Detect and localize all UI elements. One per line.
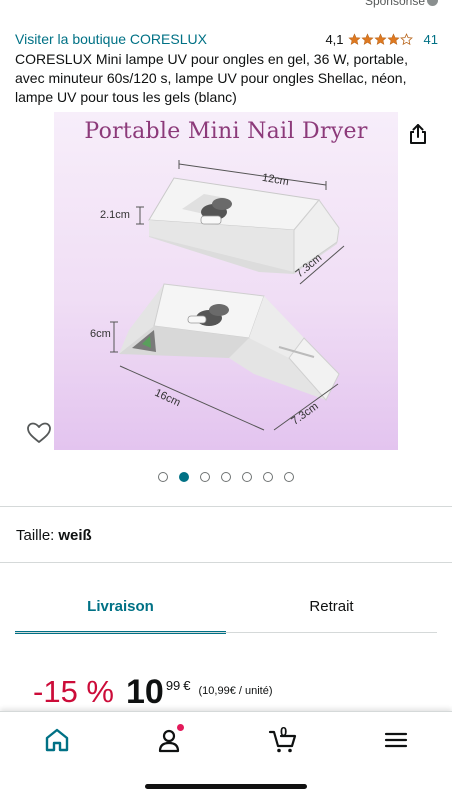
dimension-label: 6cm [90, 328, 111, 340]
nail-dryer-illustration [110, 160, 345, 431]
carousel-dot[interactable] [242, 472, 252, 482]
carousel-dot[interactable] [221, 472, 231, 482]
discount-percentage: -15 % [33, 674, 114, 709]
carousel-dot[interactable] [158, 472, 168, 482]
price-fraction: 99 [165, 678, 181, 693]
share-icon[interactable] [406, 122, 430, 146]
carousel-dot[interactable] [200, 472, 210, 482]
bottom-navigation: 0 [0, 711, 452, 800]
heart-icon[interactable] [26, 421, 52, 445]
store-link[interactable]: Visiter la boutique CORESLUX [15, 31, 207, 47]
star-full-icon [347, 32, 361, 45]
star-empty-icon [399, 32, 413, 45]
open-device [119, 283, 340, 401]
price-block: -15 % 10 99 € (10,99€ / unité) [33, 672, 273, 714]
account-button[interactable] [154, 724, 184, 754]
size-label: Taille: [16, 527, 55, 544]
star-full-icon [386, 32, 400, 45]
tab-retrait[interactable]: Retrait [226, 590, 437, 634]
rating-value: 4,1 [325, 31, 344, 47]
store-rating-row: Visiter la boutique CORESLUX 4,1 41 [15, 30, 438, 48]
home-icon[interactable] [42, 726, 72, 754]
tabs-divider [15, 632, 437, 633]
star-rating [347, 32, 413, 46]
home-indicator [145, 784, 307, 789]
sponsored-text: Sponsorisé [364, 0, 425, 8]
price-currency: € [183, 678, 191, 693]
divider [0, 506, 452, 507]
notification-dot [177, 724, 184, 731]
rating[interactable]: 4,1 41 [325, 32, 438, 47]
dimension-label: 2.1cm [100, 209, 130, 221]
carousel-dots[interactable] [0, 472, 452, 482]
unit-price: (10,99€ / unité) [198, 685, 273, 697]
product-title: CORESLUX Mini lampe UV pour ongles en ge… [15, 51, 408, 105]
star-full-icon [360, 32, 374, 45]
info-icon [427, 0, 438, 6]
size-selector[interactable]: Taille: weiß [16, 527, 92, 544]
product-image[interactable]: Portable Mini Nail Dryer 12cm 2.1cm 7.3c… [54, 112, 398, 450]
cart-count: 0 [280, 724, 288, 739]
carousel-dot[interactable] [284, 472, 294, 482]
rating-count[interactable]: 41 [424, 32, 438, 47]
size-value: weiß [58, 527, 92, 544]
tab-livraison[interactable]: Livraison [15, 590, 226, 634]
cart-button[interactable]: 0 [268, 724, 298, 754]
price-whole: 10 [125, 673, 164, 711]
fulfillment-tabs: Livraison Retrait [15, 590, 437, 634]
carousel-dot-active[interactable] [179, 472, 189, 482]
carousel-dot[interactable] [263, 472, 273, 482]
star-full-icon [373, 32, 387, 45]
sponsored-label[interactable]: Sponsorisé [365, 0, 438, 8]
menu-icon[interactable] [381, 726, 411, 754]
divider [0, 562, 452, 563]
